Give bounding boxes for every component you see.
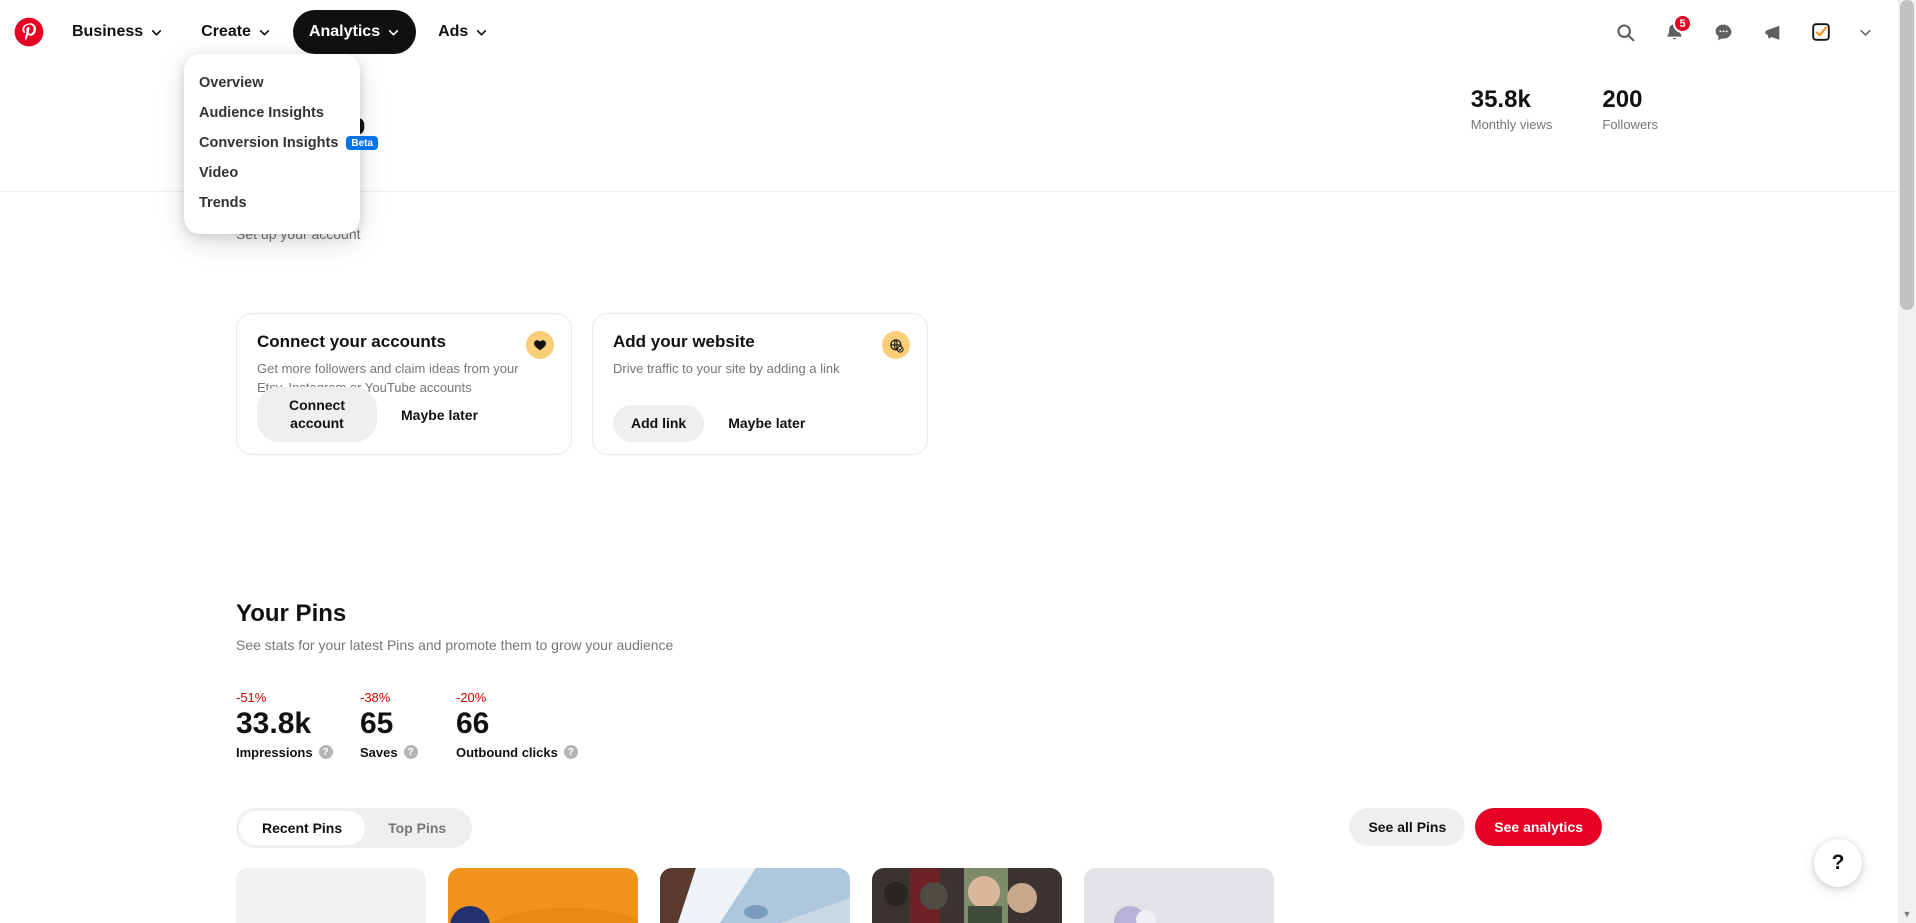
metric-value: 33.8k <box>236 707 312 740</box>
search-icon[interactable] <box>1605 12 1645 52</box>
pins-actions: See all Pins See analytics <box>1349 808 1602 846</box>
maybe-later-button[interactable]: Maybe later <box>383 397 496 433</box>
see-analytics-button[interactable]: See analytics <box>1475 808 1602 846</box>
profile-stats: 35.8k Monthly views 200 Followers <box>1471 86 1658 132</box>
nav-item-analytics[interactable]: Analytics <box>292 10 417 54</box>
nav-item-business[interactable]: Business <box>56 10 179 54</box>
nav-item-label: Analytics <box>308 23 381 40</box>
stat-value: 35.8k <box>1470 86 1531 113</box>
chevron-down-icon <box>258 26 271 39</box>
card-actions: Add link Maybe later <box>613 404 823 442</box>
card-description: Drive traffic to your site by adding a l… <box>613 361 840 376</box>
nav-left-group: Business Create Analytics Ads <box>0 10 504 54</box>
nav-item-label: Ads <box>438 23 469 40</box>
pin-thumbnail-4[interactable] <box>872 868 1062 923</box>
dropdown-item-label: Conversion Insights <box>199 135 339 151</box>
megaphone-icon[interactable] <box>1752 12 1792 52</box>
vertical-scrollbar[interactable]: ▼ <box>1898 0 1916 923</box>
nav-item-label: Create <box>201 23 251 40</box>
maybe-later-button[interactable]: Maybe later <box>710 405 823 441</box>
stat-followers: 200 Followers <box>1602 86 1658 132</box>
card-add-website: Add your website Drive traffic to your s… <box>592 313 928 455</box>
metric-change: -38% <box>360 690 391 705</box>
tab-top-pins[interactable]: Top Pins <box>365 811 469 845</box>
dropdown-item-overview[interactable]: Overview <box>184 68 360 98</box>
help-button[interactable]: ? <box>1814 839 1862 887</box>
globe-check-icon <box>882 331 910 359</box>
metric-label: Saves <box>360 744 398 760</box>
see-all-pins-button[interactable]: See all Pins <box>1349 808 1466 846</box>
dropdown-item-video[interactable]: Video <box>184 158 360 188</box>
pin-thumbnail-5[interactable] <box>1084 868 1274 923</box>
pin-metrics: -51% 33.8k Impressions ? -38% 65 Saves ?… <box>236 690 578 760</box>
help-tooltip-icon[interactable]: ? <box>563 745 578 759</box>
dropdown-item-label: Audience Insights <box>199 105 324 121</box>
your-pins-subtitle: See stats for your latest Pins and promo… <box>236 637 674 653</box>
chevron-down-icon <box>150 26 163 39</box>
stat-label: Monthly views <box>1470 116 1553 132</box>
page-root: amp ness hub 35.8k Monthly views 200 Fol… <box>0 0 1916 923</box>
heart-icon <box>526 331 554 359</box>
pins-tabbar: Recent Pins Top Pins <box>236 808 473 848</box>
dropdown-item-audience-insights[interactable]: Audience Insights <box>184 98 360 128</box>
account-menu-chevron-down-icon[interactable] <box>1850 12 1880 52</box>
stat-monthly-views: 35.8k Monthly views <box>1471 86 1553 132</box>
dropdown-item-label: Overview <box>199 75 264 91</box>
scrollbar-thumb[interactable] <box>1900 0 1914 310</box>
nav-item-ads[interactable]: Ads <box>422 10 504 54</box>
pin-thumbnail-1[interactable] <box>236 868 426 923</box>
metric-label: Outbound clicks <box>456 744 558 760</box>
pin-thumbnail-row <box>236 868 1274 923</box>
metric-change: -51% <box>236 690 267 705</box>
dropdown-item-label: Trends <box>199 195 247 211</box>
your-pins-section: Your Pins See stats for your latest Pins… <box>236 600 673 653</box>
beta-badge: Beta <box>346 136 379 150</box>
connect-account-button[interactable]: Connect account <box>257 387 377 442</box>
bell-icon[interactable]: 5 <box>1654 12 1694 52</box>
dropdown-item-conversion-insights[interactable]: Conversion Insights Beta <box>184 128 379 158</box>
stat-value: 200 <box>1602 86 1643 113</box>
chat-bubble-icon[interactable] <box>1703 12 1743 52</box>
nav-item-create[interactable]: Create <box>185 10 287 54</box>
chevron-down-icon <box>475 26 488 39</box>
nav-right-group: 5 <box>1605 12 1898 52</box>
help-tooltip-icon[interactable]: ? <box>318 745 333 759</box>
compose-checkbox-icon[interactable] <box>1801 12 1841 52</box>
scrollbar-down-arrow-icon[interactable]: ▼ <box>1898 905 1916 923</box>
dropdown-item-label: Video <box>199 165 239 181</box>
metric-impressions: -51% 33.8k Impressions ? <box>236 690 360 760</box>
your-pins-title: Your Pins <box>236 600 347 627</box>
metric-value: 66 <box>456 707 490 740</box>
dropdown-item-trends[interactable]: Trends <box>184 188 360 218</box>
card-connect-accounts: Connect your accounts Get more followers… <box>236 313 572 455</box>
card-actions: Connect account Maybe later <box>257 387 496 442</box>
notification-badge: 5 <box>1673 14 1692 33</box>
stat-label: Followers <box>1602 116 1658 132</box>
metric-value: 65 <box>360 707 394 740</box>
help-tooltip-icon[interactable]: ? <box>403 745 418 759</box>
tab-recent-pins[interactable]: Recent Pins <box>239 811 366 845</box>
pin-thumbnail-3[interactable] <box>660 868 850 923</box>
nav-item-label: Business <box>72 23 144 40</box>
add-link-button[interactable]: Add link <box>613 404 705 442</box>
card-title: Connect your accounts <box>257 332 446 351</box>
metric-saves: -38% 65 Saves ? <box>360 690 456 760</box>
analytics-dropdown-menu: Overview Audience Insights Conversion In… <box>184 54 379 234</box>
pinterest-logo-icon[interactable] <box>14 17 44 47</box>
metric-change: -20% <box>456 690 487 705</box>
chevron-down-icon <box>387 26 400 39</box>
metric-outbound-clicks: -20% 66 Outbound clicks ? <box>456 690 578 760</box>
get-started-cards: Connect your accounts Get more followers… <box>236 313 928 455</box>
card-title: Add your website <box>613 332 755 351</box>
metric-label: Impressions <box>236 744 313 760</box>
pin-thumbnail-2[interactable] <box>448 868 638 923</box>
